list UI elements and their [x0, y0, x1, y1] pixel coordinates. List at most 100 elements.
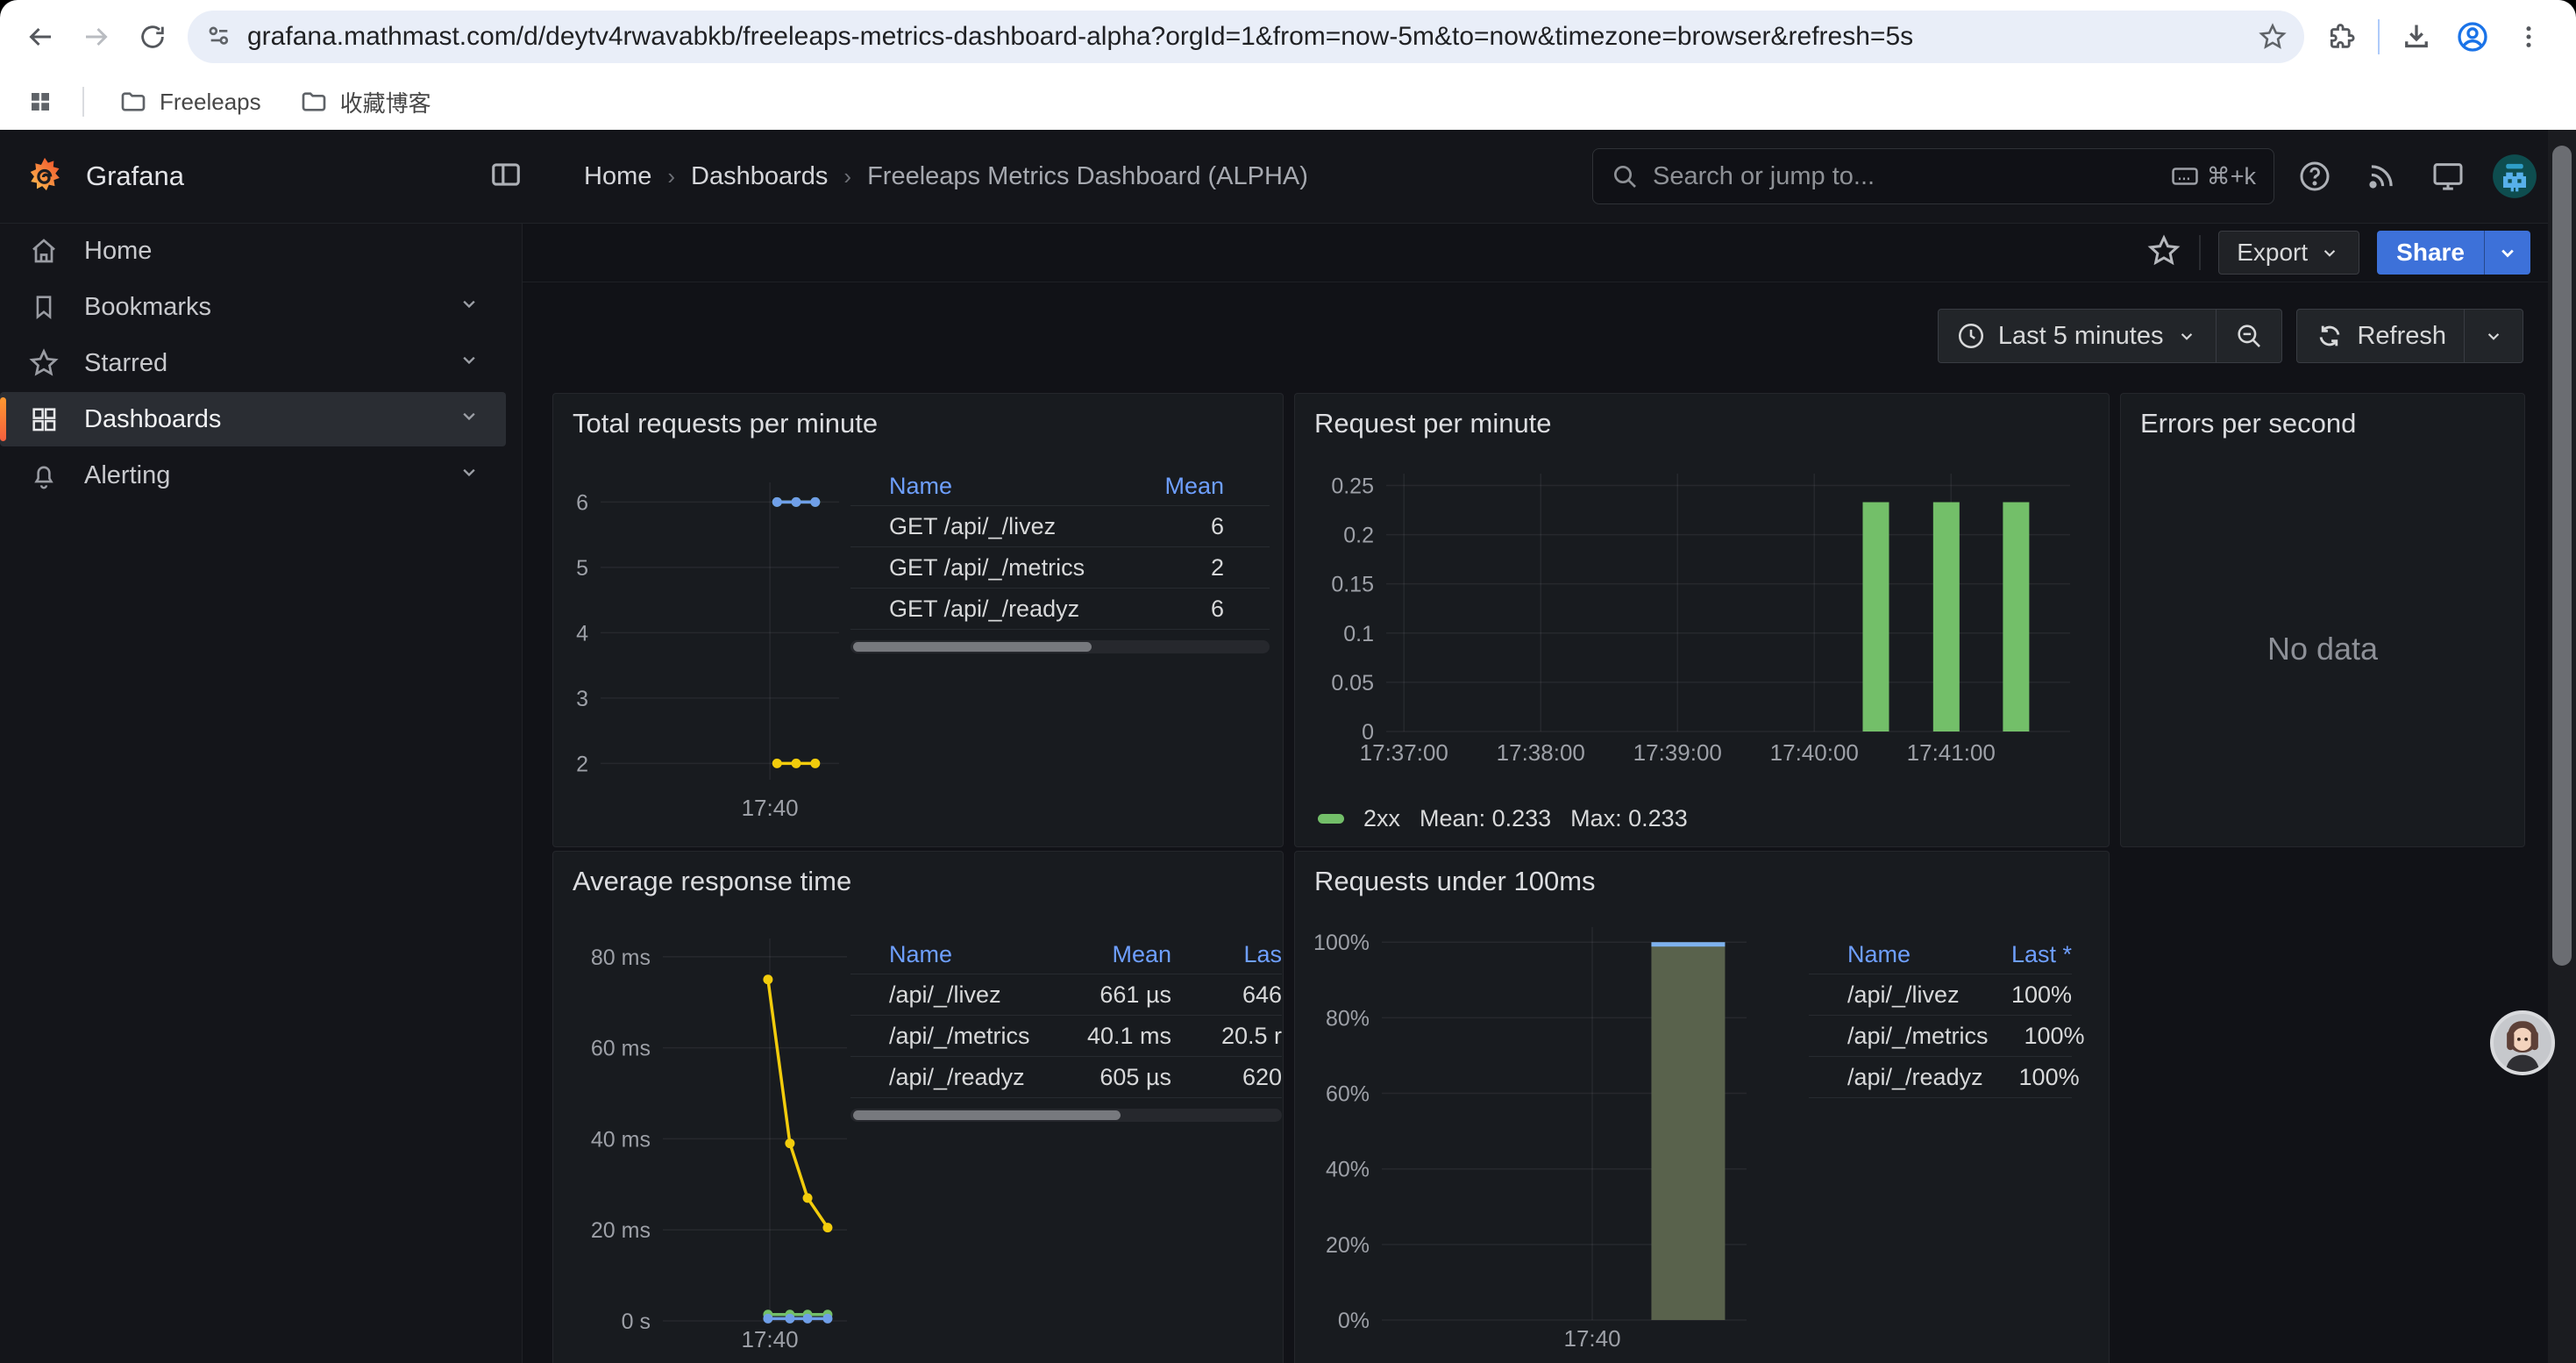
refresh-button[interactable]: Refresh	[2297, 310, 2464, 362]
browser-menu-button[interactable]	[2501, 9, 2557, 65]
chevron-down-icon[interactable]	[457, 403, 481, 435]
sidebar-item-dashboards[interactable]: Dashboards	[0, 392, 506, 446]
bookmark-icon	[26, 292, 61, 322]
apps-shortcut-button[interactable]	[18, 79, 63, 125]
panel-title[interactable]: Errors per second	[2140, 408, 2356, 439]
chevron-down-icon	[2482, 325, 2505, 347]
browser-window: grafana.mathmast.com/d/deytv4rwavabkb/fr…	[0, 0, 2576, 1363]
svg-text:17:39:00: 17:39:00	[1633, 739, 1722, 766]
line-chart[interactable]: 80 ms60 ms40 ms20 ms0 s17:40	[553, 852, 860, 1363]
star-icon	[2258, 22, 2288, 52]
bookmark-star-button[interactable]	[2250, 14, 2295, 60]
legend-header: NameLast *	[1809, 936, 2072, 974]
legend-row[interactable]: /api/_/readyz605 µs620	[850, 1057, 1282, 1098]
legend-row[interactable]: GET /api/_/readyz6	[850, 589, 1270, 630]
line-chart[interactable]: 6543217:40	[553, 394, 860, 841]
bookmark-folder-blogs[interactable]: 收藏博客	[284, 79, 447, 125]
sidebar-item-bookmarks[interactable]: Bookmarks	[0, 280, 506, 334]
series-value: 620	[1194, 1064, 1282, 1091]
series-name[interactable]: /api/_/readyz	[889, 1064, 1063, 1091]
extensions-button[interactable]	[2313, 9, 2369, 65]
breadcrumb-dashboards[interactable]: Dashboards	[691, 162, 828, 191]
legend-row[interactable]: /api/_/metrics100%	[1809, 1016, 2072, 1057]
series-name[interactable]: 2xx	[1363, 805, 1400, 832]
legend-row[interactable]: /api/_/readyz100%	[1809, 1057, 2072, 1098]
series-value: 2	[1164, 554, 1270, 582]
svg-text:0%: 0%	[1338, 1309, 1370, 1333]
browser-toolbar: grafana.mathmast.com/d/deytv4rwavabkb/fr…	[0, 0, 2576, 74]
breadcrumb: Home › Dashboards › Freeleaps Metrics Da…	[584, 162, 1308, 191]
svg-text:17:37:00: 17:37:00	[1360, 739, 1448, 766]
panel-requests-under-100ms[interactable]: Requests under 100ms 100%80%60%40%20%0%1…	[1294, 851, 2110, 1363]
series-name[interactable]: GET /api/_/metrics	[889, 554, 1164, 582]
series-name[interactable]: /api/_/livez	[889, 981, 1063, 1009]
panel-average-response-time[interactable]: Average response time 80 ms60 ms40 ms20 …	[552, 851, 1284, 1363]
legend-row[interactable]: /api/_/metrics40.1 ms20.5 r	[850, 1016, 1282, 1057]
refresh-interval-button[interactable]	[2465, 310, 2523, 362]
series-value: 100%	[1983, 1064, 2080, 1091]
series-name[interactable]: /api/_/readyz	[1847, 1064, 1983, 1091]
legend-horizontal-scrollbar[interactable]	[850, 640, 1270, 653]
collapse-sidebar-button[interactable]	[489, 158, 523, 196]
series-name[interactable]: /api/_/metrics	[889, 1023, 1063, 1050]
avatar-pixel-icon	[2492, 153, 2537, 199]
search-shortcut: ⌘+k	[2170, 161, 2256, 191]
breadcrumb-home[interactable]: Home	[584, 162, 651, 191]
legend-row[interactable]: GET /api/_/livez6	[850, 506, 1270, 547]
legend-horizontal-scrollbar[interactable]	[850, 1109, 1282, 1122]
site-settings-icon[interactable]	[205, 23, 233, 51]
legend-row[interactable]: /api/_/livez661 µs646	[850, 974, 1282, 1016]
panel-errors-per-second[interactable]: Errors per second No data	[2120, 393, 2525, 847]
kiosk-mode-button[interactable]	[2422, 150, 2474, 203]
refresh-group: Refresh	[2296, 309, 2523, 363]
search-input[interactable]: Search or jump to... ⌘+k	[1592, 148, 2274, 204]
export-button[interactable]: Export	[2218, 231, 2359, 275]
url-bar[interactable]: grafana.mathmast.com/d/deytv4rwavabkb/fr…	[188, 11, 2304, 63]
bar-chart[interactable]: 0.250.20.150.10.05017:37:0017:38:0017:39…	[1307, 394, 2096, 785]
series-color-pill	[1318, 814, 1344, 824]
downloads-button[interactable]	[2388, 9, 2444, 65]
series-name[interactable]: GET /api/_/readyz	[889, 596, 1164, 623]
bookmark-folder-freeleaps[interactable]: Freeleaps	[103, 81, 277, 123]
sidebar-item-home[interactable]: Home	[0, 224, 506, 278]
reload-button[interactable]	[125, 9, 181, 65]
svg-text:17:40: 17:40	[742, 795, 799, 821]
share-menu-button[interactable]	[2484, 231, 2530, 275]
time-range-picker[interactable]: Last 5 minutes	[1939, 310, 2217, 362]
panel-total-requests-per-minute[interactable]: Total requests per minute 6543217:40 Nam…	[552, 393, 1284, 847]
scrollbar-thumb[interactable]	[2552, 146, 2572, 966]
svg-text:4: 4	[576, 621, 588, 646]
sidebar-item-alerting[interactable]: Alerting	[0, 448, 506, 503]
legend-row[interactable]: /api/_/livez100%	[1809, 974, 2072, 1016]
svg-text:6: 6	[576, 490, 588, 515]
help-button[interactable]	[2288, 150, 2341, 203]
chevron-down-icon[interactable]	[457, 291, 481, 323]
assistant-avatar-widget[interactable]	[2490, 1010, 2555, 1075]
favorite-dashboard-button[interactable]	[2146, 233, 2181, 273]
panel-request-per-minute[interactable]: Request per minute 0.250.20.150.10.05017…	[1294, 393, 2110, 847]
page-scrollbar[interactable]	[2548, 130, 2576, 1363]
series-name[interactable]: /api/_/livez	[1847, 981, 1975, 1009]
panel-grid: Total requests per minute 6543217:40 Nam…	[552, 393, 2576, 1363]
series-value: 100%	[1989, 1023, 2085, 1050]
sidebar-item-starred[interactable]: Starred	[0, 336, 506, 390]
chevron-down-icon[interactable]	[457, 347, 481, 379]
bar-chart[interactable]: 100%80%60%40%20%0%17:40	[1307, 852, 1798, 1363]
legend-row[interactable]: GET /api/_/metrics2	[850, 547, 1270, 589]
search-placeholder: Search or jump to...	[1653, 162, 2170, 191]
url-text[interactable]: grafana.mathmast.com/d/deytv4rwavabkb/fr…	[247, 22, 2250, 52]
series-name[interactable]: /api/_/metrics	[1847, 1023, 1989, 1050]
back-button[interactable]	[12, 9, 68, 65]
chevron-down-icon[interactable]	[457, 460, 481, 491]
share-button[interactable]: Share	[2377, 231, 2484, 275]
grafana-logo[interactable]	[25, 155, 65, 197]
grafana-top-nav: Grafana Home › Dashboards › Freeleaps Me…	[0, 130, 2576, 224]
news-button[interactable]	[2355, 150, 2408, 203]
user-avatar[interactable]	[2488, 150, 2541, 203]
toolbar-divider	[2378, 19, 2380, 54]
profile-button[interactable]	[2444, 9, 2501, 65]
zoom-out-icon	[2234, 321, 2264, 351]
series-name[interactable]: GET /api/_/livez	[889, 513, 1164, 540]
forward-button[interactable]	[68, 9, 125, 65]
zoom-out-button[interactable]	[2217, 310, 2281, 362]
